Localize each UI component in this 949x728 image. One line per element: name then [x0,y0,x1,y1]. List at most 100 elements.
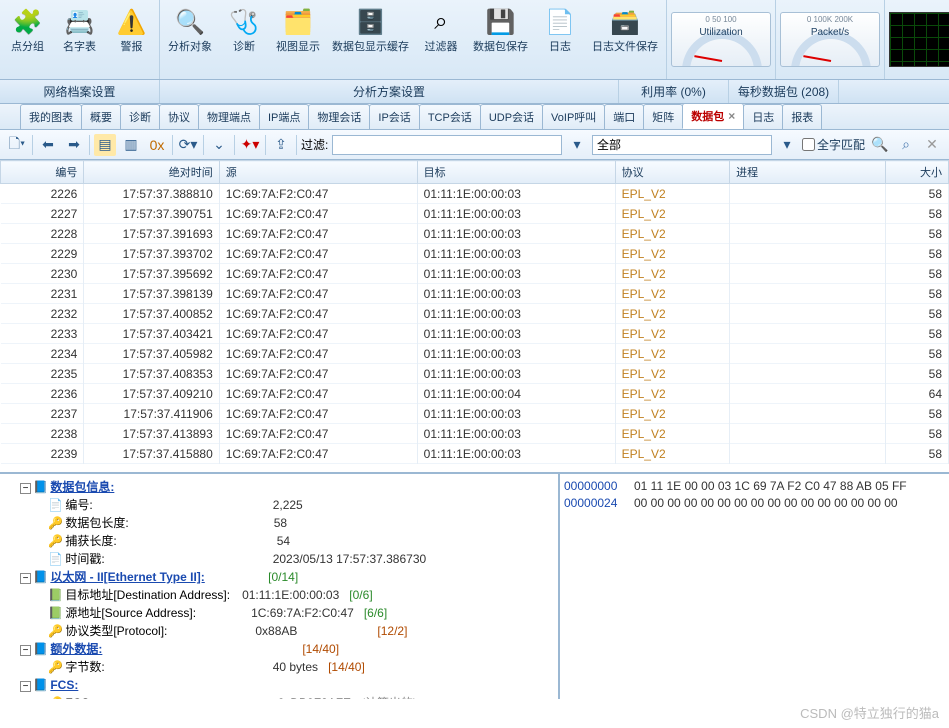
tab-概要[interactable]: 概要 [81,104,121,129]
col-tgt[interactable]: 目标 [417,161,615,184]
tab-我的图表[interactable]: 我的图表 [20,104,82,129]
cell-src: 1C:69:7A:F2:C0:47 [219,264,417,284]
tab-协议[interactable]: 协议 [159,104,199,129]
tab-报表[interactable]: 报表 [782,104,822,129]
filter-drop2-icon[interactable]: ▾ [566,134,588,156]
tab-诊断[interactable]: 诊断 [120,104,160,129]
cell-time: 17:57:37.411906 [84,404,219,424]
arrow-right-icon[interactable]: ➡ [63,134,85,156]
table-row[interactable]: 223317:57:37.4034211C:69:7A:F2:C0:4701:1… [1,324,949,344]
table-row[interactable]: 222617:57:37.3888101C:69:7A:F2:C0:4701:1… [1,184,949,204]
ribbon-icon: 📄 [544,6,576,38]
col-time[interactable]: 绝对时间 [84,161,219,184]
col-proc[interactable]: 进程 [730,161,886,184]
ribbon-btn-过滤器[interactable]: ⌕过滤器 [417,4,465,56]
tab-UDP会话[interactable]: UDP会话 [480,104,543,129]
cell-size: 58 [886,364,949,384]
fullmatch-checkbox[interactable]: 全字匹配 [802,136,865,153]
table-row[interactable]: 223517:57:37.4083531C:69:7A:F2:C0:4701:1… [1,364,949,384]
field-label: 编号: [65,498,92,512]
table-row[interactable]: 223117:57:37.3981391C:69:7A:F2:C0:4701:1… [1,284,949,304]
tree-head-fcs[interactable]: FCS: [50,678,78,692]
field-label: 数据包长度: [65,516,128,530]
addr-icon: 📗 [48,586,62,604]
tab-IP端点[interactable]: IP端点 [259,104,309,129]
tab-端口[interactable]: 端口 [604,104,644,129]
tree-toggle[interactable]: − [20,681,31,692]
tree-toggle[interactable]: − [20,483,31,494]
filter-drop-icon[interactable]: ⌄ [208,134,230,156]
field-range: [14/40] [328,660,365,674]
color-mark-icon[interactable]: ✦▾ [239,134,261,156]
cell-time: 17:57:37.400852 [84,304,219,324]
hex-view[interactable]: 0000000001 11 1E 00 00 03 1C 69 7A F2 C0… [560,474,949,699]
table-row[interactable]: 223717:57:37.4119061C:69:7A:F2:C0:4701:1… [1,404,949,424]
col-src[interactable]: 源 [219,161,417,184]
fullmatch-input[interactable] [802,138,815,151]
ribbon-btn-数据包保存[interactable]: 💾数据包保存 [469,4,532,56]
view-hex-icon[interactable]: 0x [146,134,168,156]
cell-src: 1C:69:7A:F2:C0:47 [219,444,417,464]
export-icon[interactable]: ⇪ [270,134,292,156]
tab-日志[interactable]: 日志 [743,104,783,129]
tree-view[interactable]: −📘 数据包信息: 📄 编号:2,225 🔑 数据包长度:58 🔑 捕获长度:5… [0,474,560,699]
cell-size: 58 [886,324,949,344]
table-row[interactable]: 223817:57:37.4138931C:69:7A:F2:C0:4701:1… [1,424,949,444]
status-utilization: 利用率 (0%) [619,80,729,103]
arrow-left-icon[interactable]: ⬅ [37,134,59,156]
table-row[interactable]: 223617:57:37.4092101C:69:7A:F2:C0:4701:1… [1,384,949,404]
table-row[interactable]: 222717:57:37.3907511C:69:7A:F2:C0:4701:1… [1,204,949,224]
table-row[interactable]: 223217:57:37.4008521C:69:7A:F2:C0:4701:1… [1,304,949,324]
ribbon-btn-日志文件保存[interactable]: 🗃️日志文件保存 [588,4,662,56]
close-icon[interactable]: × [728,109,735,123]
tab-物理端点[interactable]: 物理端点 [198,104,260,129]
ribbon-btn-日志[interactable]: 📄日志 [536,4,584,56]
gauge-utilization: 0 50 100 Utilization [667,0,776,79]
view-detail-icon[interactable]: ▤ [94,134,116,156]
clear-icon[interactable]: ✕ [921,134,943,156]
cell-proc [730,224,886,244]
tree-head-pktinfo[interactable]: 数据包信息: [50,480,114,494]
scope-select[interactable] [592,135,772,155]
ribbon-btn-名字表[interactable]: 📇名字表 [56,4,104,56]
col-num[interactable]: 编号 [1,161,84,184]
table-row[interactable]: 223917:57:37.4158801C:69:7A:F2:C0:4701:1… [1,444,949,464]
tree-toggle[interactable]: − [20,573,31,584]
refresh-icon[interactable]: ⟳▾ [177,134,199,156]
table-row[interactable]: 223417:57:37.4059821C:69:7A:F2:C0:4701:1… [1,344,949,364]
tab-数据包[interactable]: 数据包× [682,104,744,129]
ribbon-btn-分析对象[interactable]: 🔍分析对象 [164,4,216,56]
funnel-icon[interactable]: ⌕ [895,134,917,156]
tab-TCP会话[interactable]: TCP会话 [419,104,481,129]
search-icon[interactable]: 🔍 [869,134,891,156]
ribbon-btn-警报[interactable]: ⚠️警报 [108,4,156,56]
cell-tgt: 01:11:1E:00:00:03 [417,424,615,444]
scope-drop-icon[interactable]: ▾ [776,134,798,156]
cell-time: 17:57:37.415880 [84,444,219,464]
ribbon-btn-诊断[interactable]: 🩺诊断 [220,4,268,56]
tab-IP会话[interactable]: IP会话 [369,104,419,129]
col-size[interactable]: 大小 [886,161,949,184]
tree-head-extra[interactable]: 额外数据: [50,642,102,656]
ribbon-btn-视图显示[interactable]: 🗂️视图显示 [272,4,324,56]
cell-src: 1C:69:7A:F2:C0:47 [219,404,417,424]
new-icon[interactable]: 🗋▾ [6,134,28,156]
filter-input[interactable] [332,135,562,155]
tab-物理会话[interactable]: 物理会话 [308,104,370,129]
cell-proto: EPL_V2 [615,424,730,444]
table-row[interactable]: 223017:57:37.3956921C:69:7A:F2:C0:4701:1… [1,264,949,284]
tab-VoIP呼叫[interactable]: VoIP呼叫 [542,104,605,129]
col-proto[interactable]: 协议 [615,161,730,184]
cell-proto: EPL_V2 [615,204,730,224]
table-row[interactable]: 222817:57:37.3916931C:69:7A:F2:C0:4701:1… [1,224,949,244]
cell-num: 2235 [1,364,84,384]
cell-time: 17:57:37.391693 [84,224,219,244]
tab-矩阵[interactable]: 矩阵 [643,104,683,129]
cell-src: 1C:69:7A:F2:C0:47 [219,184,417,204]
tree-head-eth[interactable]: 以太网 - II[Ethernet Type II]: [50,570,204,584]
ribbon-btn-数据包显示缓存[interactable]: 🗄️数据包显示缓存 [328,4,413,56]
table-row[interactable]: 222917:57:37.3937021C:69:7A:F2:C0:4701:1… [1,244,949,264]
ribbon-btn-点分组[interactable]: 🧩点分组 [4,4,52,56]
tree-toggle[interactable]: − [20,645,31,656]
view-list-icon[interactable]: ▥ [120,134,142,156]
